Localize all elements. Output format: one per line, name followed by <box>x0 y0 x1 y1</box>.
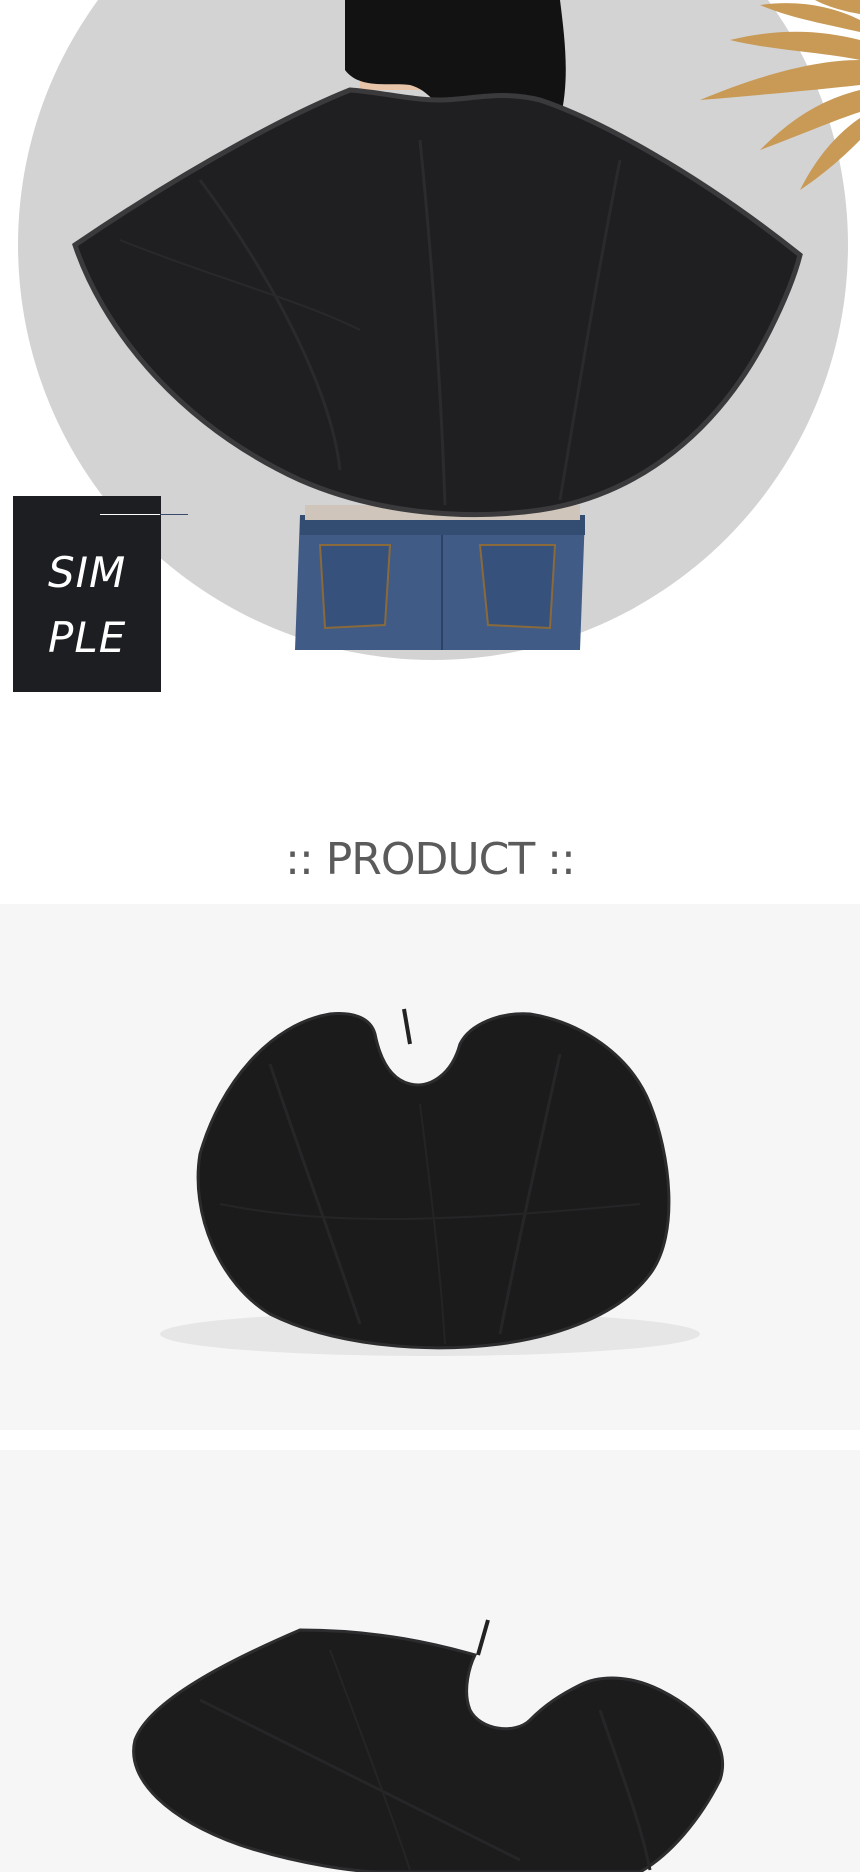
model-jeans <box>295 515 585 650</box>
badge-text-line-1: SIM <box>48 548 127 597</box>
palm-leaf-icon <box>700 0 860 190</box>
cape-flat-illustration <box>160 1008 700 1356</box>
product-photo-flat <box>0 904 860 1430</box>
product-section-heading: :: PRODUCT :: <box>285 834 576 885</box>
cape-angled-illustration <box>132 1619 724 1872</box>
product-photo-angled <box>0 1450 860 1872</box>
badge-accent-line-extension <box>160 514 188 515</box>
hero-section: SIM PLE <box>0 0 860 720</box>
badge-text-line-2: PLE <box>48 613 127 662</box>
cape-worn <box>72 87 803 518</box>
